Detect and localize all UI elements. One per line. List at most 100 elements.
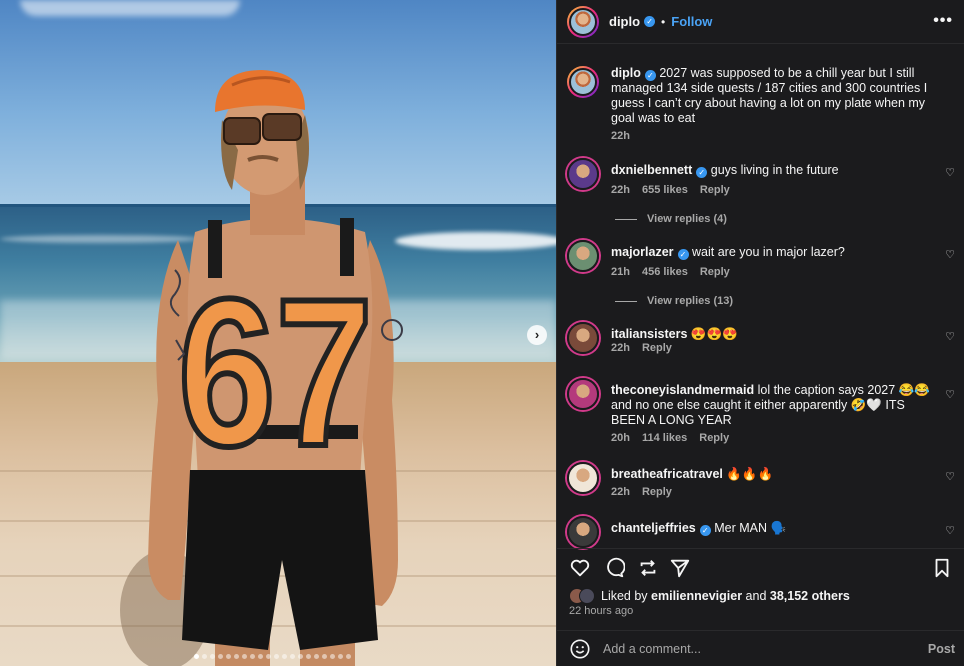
comment-reply[interactable]: Reply xyxy=(700,184,730,196)
avatar[interactable] xyxy=(567,5,599,38)
heart-icon[interactable]: ♡ xyxy=(945,388,955,401)
carousel-dot[interactable] xyxy=(298,654,303,659)
avatar[interactable] xyxy=(567,322,599,354)
post-viewer: 67 › diplo ✓ • Follow ••• diplo ✓ 2027 wa… xyxy=(0,0,964,666)
comment-time: 21h xyxy=(611,266,630,278)
comment-time: 20h xyxy=(611,432,630,444)
carousel-dot[interactable] xyxy=(218,654,223,659)
heart-icon[interactable]: ♡ xyxy=(945,248,955,261)
repost-icon[interactable] xyxy=(637,557,659,579)
comment-reply[interactable]: Reply xyxy=(700,266,730,278)
view-replies-button[interactable]: View replies (13) xyxy=(615,295,733,307)
carousel-dot[interactable] xyxy=(266,654,271,659)
verified-badge-icon: ✓ xyxy=(699,525,711,536)
heart-icon[interactable]: ♡ xyxy=(945,470,955,483)
liked-by-prefix: Liked by xyxy=(601,589,648,603)
comment-likes[interactable]: 456 likes xyxy=(642,266,688,278)
comment-reply[interactable]: Reply xyxy=(699,432,729,444)
comment-reply[interactable]: Reply xyxy=(642,486,672,498)
comment-body: chanteljeffries ✓ Mer MAN 🗣️ xyxy=(611,521,937,536)
liked-by-user[interactable]: emiliennevigier xyxy=(651,589,742,603)
comment-time: 22h xyxy=(611,342,630,354)
comment-username[interactable]: dxnielbennett xyxy=(611,163,692,177)
post-panel: diplo ✓ • Follow ••• diplo ✓ 2027 was sup… xyxy=(556,0,964,666)
add-comment-bar: Post xyxy=(557,630,964,666)
comment-text: guys living in the future xyxy=(710,163,839,177)
avatar xyxy=(579,588,595,604)
view-replies-label: View replies (4) xyxy=(647,213,727,225)
chevron-right-icon[interactable]: › xyxy=(527,325,547,345)
comment-reply[interactable]: Reply xyxy=(642,342,672,354)
carousel-dot[interactable] xyxy=(322,654,327,659)
comment-text: Mer MAN 🗣️ xyxy=(714,521,787,535)
comment-username[interactable]: theconeyislandmermaid xyxy=(611,383,754,397)
avatar[interactable] xyxy=(567,66,599,98)
carousel-dot[interactable] xyxy=(234,654,239,659)
comment-meta: 22h Reply xyxy=(611,342,684,354)
heart-icon[interactable] xyxy=(569,557,591,579)
caption-time: 22h xyxy=(611,130,630,142)
carousel-dot[interactable] xyxy=(338,654,343,659)
heart-icon[interactable]: ♡ xyxy=(945,524,955,537)
comment-username[interactable]: chanteljeffries xyxy=(611,521,696,535)
avatar[interactable] xyxy=(567,158,599,190)
emoji-icon[interactable] xyxy=(569,638,591,660)
comment-body: dxnielbennett ✓ guys living in the future xyxy=(611,163,937,178)
carousel-dot[interactable] xyxy=(314,654,319,659)
comment-time: 22h xyxy=(611,184,630,196)
comment-username[interactable]: majorlazer xyxy=(611,245,674,259)
carousel-dot[interactable] xyxy=(258,654,263,659)
comment-username[interactable]: breatheafricatravel xyxy=(611,467,723,481)
comment-icon[interactable] xyxy=(603,557,625,579)
view-replies-label: View replies (13) xyxy=(647,295,734,307)
follow-button[interactable]: Follow xyxy=(671,14,712,29)
carousel-dot[interactable] xyxy=(274,654,279,659)
carousel-dot[interactable] xyxy=(330,654,335,659)
avatar[interactable] xyxy=(567,378,599,410)
bookmark-icon[interactable] xyxy=(931,557,953,579)
send-icon[interactable] xyxy=(669,557,691,579)
post-comment-button[interactable]: Post xyxy=(928,642,955,656)
avatar[interactable] xyxy=(567,462,599,494)
carousel-dot[interactable] xyxy=(282,654,287,659)
action-bar xyxy=(557,548,964,582)
caption-meta: 22h xyxy=(611,130,642,142)
comment-likes[interactable]: 655 likes xyxy=(642,184,688,196)
divider xyxy=(615,300,637,302)
comment-text: wait are you in major lazer? xyxy=(692,245,845,259)
liked-by-count[interactable]: 38,152 others xyxy=(770,589,850,603)
post-media[interactable]: 67 › xyxy=(0,0,556,666)
carousel-dot[interactable] xyxy=(194,654,199,659)
heart-icon[interactable]: ♡ xyxy=(945,330,955,343)
comment-input[interactable] xyxy=(603,641,903,656)
avatar[interactable] xyxy=(567,516,599,548)
comment-time: 22h xyxy=(611,486,630,498)
carousel-dot[interactable] xyxy=(210,654,215,659)
person-figure: 67 xyxy=(120,70,403,666)
caption-body: diplo ✓ 2027 was supposed to be a chill y… xyxy=(611,66,937,126)
carousel-dot[interactable] xyxy=(346,654,351,659)
post-time-ago: 22 hours ago xyxy=(569,605,634,617)
carousel-dot[interactable] xyxy=(290,654,295,659)
more-options-icon[interactable]: ••• xyxy=(933,12,953,30)
carousel-dot[interactable] xyxy=(306,654,311,659)
comment-body: majorlazer ✓ wait are you in major lazer? xyxy=(611,245,937,260)
comment-meta: 22h Reply xyxy=(611,486,684,498)
comment-text: 🔥🔥🔥 xyxy=(726,467,774,481)
caption-username[interactable]: diplo xyxy=(611,66,641,80)
comment-body: breatheafricatravel 🔥🔥🔥 xyxy=(611,467,937,482)
carousel-dot[interactable] xyxy=(250,654,255,659)
comment-username[interactable]: italiansisters xyxy=(611,327,687,341)
carousel-dot[interactable] xyxy=(202,654,207,659)
view-replies-button[interactable]: View replies (4) xyxy=(615,213,727,225)
carousel-dot[interactable] xyxy=(226,654,231,659)
heart-icon[interactable]: ♡ xyxy=(945,166,955,179)
post-username[interactable]: diplo xyxy=(609,14,640,29)
carousel-dot[interactable] xyxy=(242,654,247,659)
likes-summary: Liked by emiliennevigier and 38,152 othe… xyxy=(569,588,850,604)
verified-badge-icon: ✓ xyxy=(644,16,656,27)
comment-body: theconeyislandmermaid lol the caption sa… xyxy=(611,383,937,428)
likes-text: Liked by emiliennevigier and 38,152 othe… xyxy=(601,589,850,603)
avatar[interactable] xyxy=(567,240,599,272)
comment-likes[interactable]: 114 likes xyxy=(642,432,687,444)
